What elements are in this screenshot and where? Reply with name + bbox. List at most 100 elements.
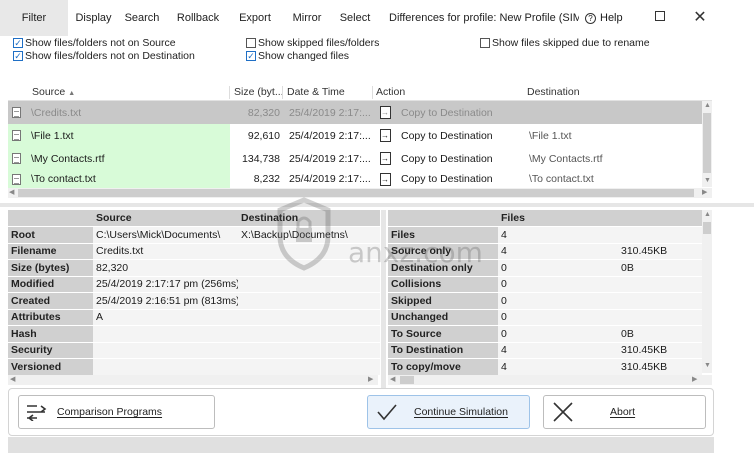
scrollbar-thumb[interactable] bbox=[18, 189, 694, 197]
row-date: 25/4/2019 2:17:... bbox=[289, 152, 371, 165]
close-icon[interactable]: ✕ bbox=[688, 5, 712, 29]
scrollbar-thumb[interactable] bbox=[703, 113, 711, 173]
filter-not-on-destination[interactable]: ✓ Show files/folders not on Destination bbox=[13, 50, 195, 62]
detail-destination bbox=[238, 309, 380, 326]
table-row[interactable]: \Credits.txt 82,320 25/4/2019 2:17:... C… bbox=[8, 101, 704, 124]
checkbox-checked-icon[interactable]: ✓ bbox=[13, 38, 23, 48]
grid-horizontal-scrollbar[interactable]: ◀ ▶ bbox=[8, 188, 712, 198]
filter-changed-label: Show changed files bbox=[258, 50, 350, 62]
column-separator[interactable] bbox=[229, 86, 230, 99]
summary-size: 0B bbox=[618, 259, 702, 277]
summary-size bbox=[618, 276, 702, 293]
detail-source bbox=[93, 325, 238, 343]
column-date[interactable]: Date & Time bbox=[287, 86, 345, 98]
filter-not-on-source-label: Show files/folders not on Source bbox=[25, 37, 176, 49]
scrollbar-thumb[interactable] bbox=[703, 222, 711, 234]
file-grid-header: Source ▲ Size (byt... Date & Time Action… bbox=[8, 84, 712, 101]
details-header-destination: Destination bbox=[238, 210, 380, 227]
detail-destination bbox=[238, 243, 380, 260]
checkbox-checked-icon[interactable]: ✓ bbox=[13, 51, 23, 61]
filter-rename[interactable]: Show files skipped due to rename bbox=[480, 37, 650, 49]
copy-to-destination-icon bbox=[380, 106, 391, 119]
copy-to-destination-icon bbox=[380, 152, 391, 165]
menu-filter[interactable]: Filter bbox=[0, 0, 68, 36]
column-separator[interactable] bbox=[282, 86, 283, 99]
maximize-icon[interactable] bbox=[655, 11, 665, 21]
summary-header-size bbox=[618, 210, 702, 227]
row-destination: \File 1.txt bbox=[529, 129, 572, 142]
row-action-cell[interactable]: Copy to Destination bbox=[376, 124, 521, 147]
scrollbar-thumb[interactable] bbox=[400, 376, 414, 384]
summary-label: To Destination bbox=[388, 342, 498, 359]
grid-vertical-scrollbar[interactable]: ▲ ▼ bbox=[702, 101, 712, 187]
cancel-x-icon bbox=[553, 402, 573, 422]
row-action-cell[interactable]: Copy to Destination bbox=[376, 101, 521, 124]
summary-horizontal-scrollbar[interactable]: ◀ ▶ bbox=[388, 375, 712, 385]
scroll-left-icon[interactable]: ◀ bbox=[390, 375, 395, 383]
checkbox-unchecked-icon[interactable] bbox=[246, 38, 256, 48]
detail-label: Versioned bbox=[8, 358, 93, 376]
table-row[interactable]: \My Contacts.rtf 134,738 25/4/2019 2:17:… bbox=[8, 147, 704, 170]
row-source: \File 1.txt bbox=[31, 129, 74, 142]
table-row[interactable]: \To contact.txt 8,232 25/4/2019 2:17:...… bbox=[8, 170, 704, 188]
column-destination[interactable]: Destination bbox=[527, 86, 580, 98]
filter-skipped[interactable]: Show skipped files/folders bbox=[246, 37, 379, 49]
scroll-down-icon[interactable]: ▼ bbox=[704, 362, 711, 369]
scroll-right-icon[interactable]: ▶ bbox=[692, 375, 697, 383]
summary-label: To copy/move bbox=[388, 358, 498, 376]
scroll-left-icon[interactable]: ◀ bbox=[10, 375, 15, 383]
summary-vertical-scrollbar[interactable]: ▲ ▼ bbox=[702, 210, 712, 373]
summary-size: 310.45KB bbox=[618, 342, 702, 359]
comparison-programs-button[interactable]: Comparison Programs bbox=[18, 395, 215, 429]
summary-label: Collisions bbox=[388, 276, 498, 293]
file-icon bbox=[12, 130, 21, 141]
details-horizontal-scrollbar[interactable]: ◀ ▶ bbox=[8, 375, 378, 385]
row-date: 25/4/2019 2:17:... bbox=[289, 129, 371, 142]
column-separator[interactable] bbox=[372, 86, 373, 99]
summary-files: 0 bbox=[498, 276, 618, 293]
menu-export[interactable]: Export bbox=[231, 0, 279, 36]
panel-splitter[interactable] bbox=[0, 203, 754, 207]
column-size[interactable]: Size (byt... bbox=[234, 86, 284, 98]
scroll-right-icon[interactable]: ▶ bbox=[702, 188, 707, 196]
row-size: 8,232 bbox=[253, 173, 280, 185]
scroll-up-icon[interactable]: ▲ bbox=[704, 211, 711, 218]
detail-source: 82,320 bbox=[93, 259, 238, 277]
summary-size: 0B bbox=[618, 325, 702, 343]
row-action-cell[interactable]: Copy to Destination bbox=[376, 147, 521, 170]
detail-label: Root bbox=[8, 226, 93, 244]
summary-label: Skipped bbox=[388, 292, 498, 310]
continue-simulation-button[interactable]: Continue Simulation bbox=[367, 395, 530, 429]
checkbox-checked-icon[interactable]: ✓ bbox=[246, 51, 256, 61]
summary-label: Source only bbox=[388, 243, 498, 260]
scroll-up-icon[interactable]: ▲ bbox=[704, 102, 711, 109]
scroll-left-icon[interactable]: ◀ bbox=[9, 188, 14, 196]
panel-vertical-splitter[interactable] bbox=[381, 210, 386, 388]
scroll-down-icon[interactable]: ▼ bbox=[704, 177, 711, 184]
details-header-blank bbox=[8, 210, 93, 227]
menu-mirror[interactable]: Mirror bbox=[279, 0, 335, 36]
filter-not-on-source[interactable]: ✓ Show files/folders not on Source bbox=[13, 37, 176, 49]
filter-changed[interactable]: ✓ Show changed files bbox=[246, 50, 349, 62]
detail-destination bbox=[238, 358, 380, 376]
menu-rollback[interactable]: Rollback bbox=[165, 0, 231, 36]
abort-button[interactable]: Abort bbox=[543, 395, 706, 429]
column-source[interactable]: Source ▲ bbox=[32, 86, 75, 98]
column-action[interactable]: Action bbox=[376, 86, 405, 98]
row-size: 92,610 bbox=[247, 129, 280, 142]
table-row[interactable]: \File 1.txt 92,610 25/4/2019 2:17:... Co… bbox=[8, 124, 704, 147]
row-destination: \My Contacts.rtf bbox=[529, 152, 603, 165]
copy-to-destination-icon bbox=[380, 129, 391, 142]
checkbox-unchecked-icon[interactable] bbox=[480, 38, 490, 48]
menu-select[interactable]: Select bbox=[335, 0, 375, 36]
row-action-cell[interactable]: Copy to Destination bbox=[376, 170, 521, 188]
help-button[interactable]: ? Help bbox=[585, 12, 623, 24]
app-window: { "menu": { "filter": "Filter", "display… bbox=[0, 0, 754, 472]
checkmark-icon bbox=[377, 404, 397, 421]
detail-destination bbox=[238, 259, 380, 277]
scroll-right-icon[interactable]: ▶ bbox=[368, 375, 373, 383]
menu-search[interactable]: Search bbox=[119, 0, 165, 36]
summary-size bbox=[618, 292, 702, 310]
menu-display[interactable]: Display bbox=[68, 0, 119, 36]
row-destination bbox=[529, 101, 704, 124]
